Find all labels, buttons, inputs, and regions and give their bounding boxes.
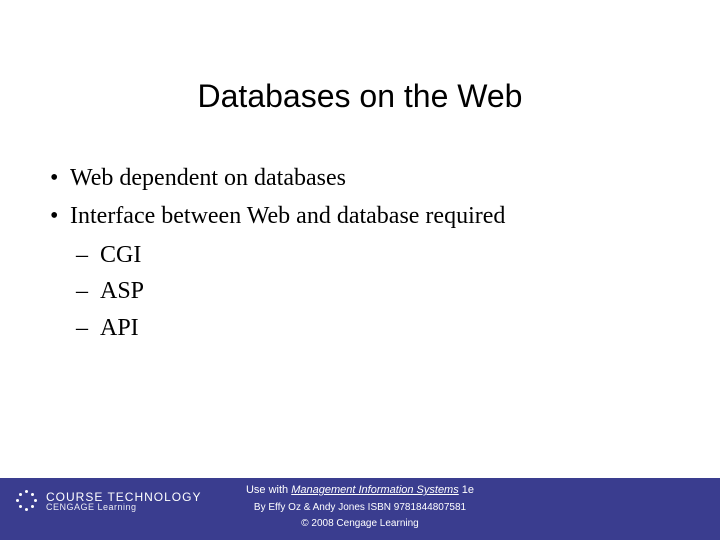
edition-suffix: 1e [459, 484, 474, 496]
bullet-text: Web dependent on databases [70, 165, 346, 191]
bullet-text: CGI [100, 242, 141, 268]
bullet-text: ASP [100, 278, 144, 304]
footer-usewith: Use with Management Information Systems … [0, 484, 720, 496]
footer-byline: By Effy Oz & Andy Jones ISBN 97818448075… [0, 502, 720, 513]
footer-bar: COURSE TECHNOLOGY CENGAGE Learning Use w… [0, 478, 720, 540]
slide: Databases on the Web Web dependent on da… [0, 0, 720, 540]
bullet-level1: Web dependent on databases [50, 162, 670, 194]
book-title: Management Information Systems [291, 484, 459, 496]
bullet-level1: Interface between Web and database requi… [50, 200, 670, 232]
bullet-text: API [100, 315, 139, 341]
footer-copyright: © 2008 Cengage Learning [0, 518, 720, 529]
bullet-level2: API [76, 312, 670, 344]
bullet-level2: CGI [76, 239, 670, 271]
slide-body: Web dependent on databases Interface bet… [50, 162, 670, 348]
usewith-prefix: Use with [246, 484, 291, 496]
bullet-text: Interface between Web and database requi… [70, 203, 505, 229]
bullet-level2: ASP [76, 275, 670, 307]
slide-title: Databases on the Web [0, 78, 720, 115]
